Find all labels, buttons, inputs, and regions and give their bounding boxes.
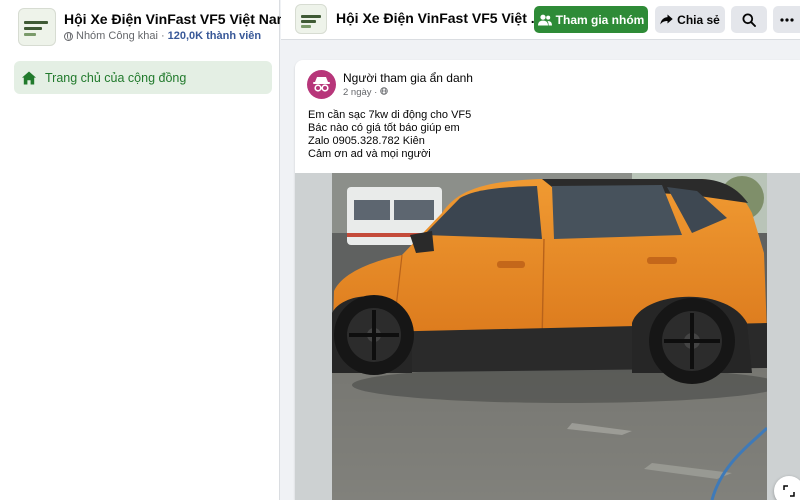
group-name[interactable]: Hội Xe Điện VinFast VF5 Việt Nam [64, 11, 289, 27]
post-body: Em cần sạc 7kw di động cho VF5 Bác nào c… [308, 109, 471, 161]
search-button[interactable] [731, 6, 767, 33]
group-info: Nhóm Công khai · 120,0K thành viên [64, 30, 261, 42]
join-group-button[interactable]: Tham gia nhóm [534, 6, 648, 33]
post-photo[interactable] [332, 173, 767, 500]
sidebar-item-home[interactable]: Trang chủ của cộng đồng [14, 61, 272, 94]
more-options-button[interactable] [773, 6, 800, 33]
post-text-line: Bác nào có giá tốt báo giúp em [308, 122, 460, 134]
group-cover-thumbnail[interactable] [18, 8, 56, 46]
group-topbar: Hội Xe Điện VinFast VF5 Việt ... Tham gi… [281, 0, 800, 40]
feed-post: Người tham gia ẩn danh 2 ngày · Em cần s… [295, 60, 800, 500]
author-avatar[interactable] [307, 70, 336, 99]
post-text-line: Zalo 0905.328.782 Kiên [308, 135, 425, 147]
meta-separator: · [371, 87, 380, 98]
share-label: Chia sẻ [677, 12, 720, 27]
search-icon [742, 13, 756, 27]
group-sidebar: Hội Xe Điện VinFast VF5 Việt Nam Nhóm Cô… [0, 0, 289, 500]
post-text-line: Cảm ơn ad và mọi người [308, 148, 431, 160]
expand-photo-button[interactable] [774, 476, 800, 500]
group-icon [537, 14, 552, 25]
globe-icon [380, 87, 388, 95]
sidebar-item-label: Trang chủ của cộng đồng [45, 70, 187, 85]
share-button[interactable]: Chia sẻ [655, 6, 725, 33]
join-group-label: Tham gia nhóm [555, 12, 645, 27]
more-dots-icon [779, 17, 794, 22]
group-privacy: Nhóm Công khai [76, 30, 158, 42]
post-meta: 2 ngày · [343, 87, 388, 98]
share-arrow-icon [660, 14, 673, 25]
home-icon [22, 71, 36, 84]
globe-icon [64, 31, 73, 41]
anonymous-icon [313, 77, 330, 92]
group-header: Hội Xe Điện VinFast VF5 Việt Nam Nhóm Cô… [18, 8, 289, 48]
post-author[interactable]: Người tham gia ẩn danh [343, 71, 473, 85]
topbar-group-title[interactable]: Hội Xe Điện VinFast VF5 Việt ... [336, 10, 542, 26]
info-separator: · [160, 30, 165, 42]
member-count[interactable]: 120,0K thành viên [168, 30, 262, 42]
expand-icon [783, 485, 795, 497]
post-text-line: Em cần sạc 7kw di động cho VF5 [308, 109, 472, 121]
post-time[interactable]: 2 ngày [343, 87, 372, 98]
group-cover-thumbnail[interactable] [295, 4, 327, 34]
